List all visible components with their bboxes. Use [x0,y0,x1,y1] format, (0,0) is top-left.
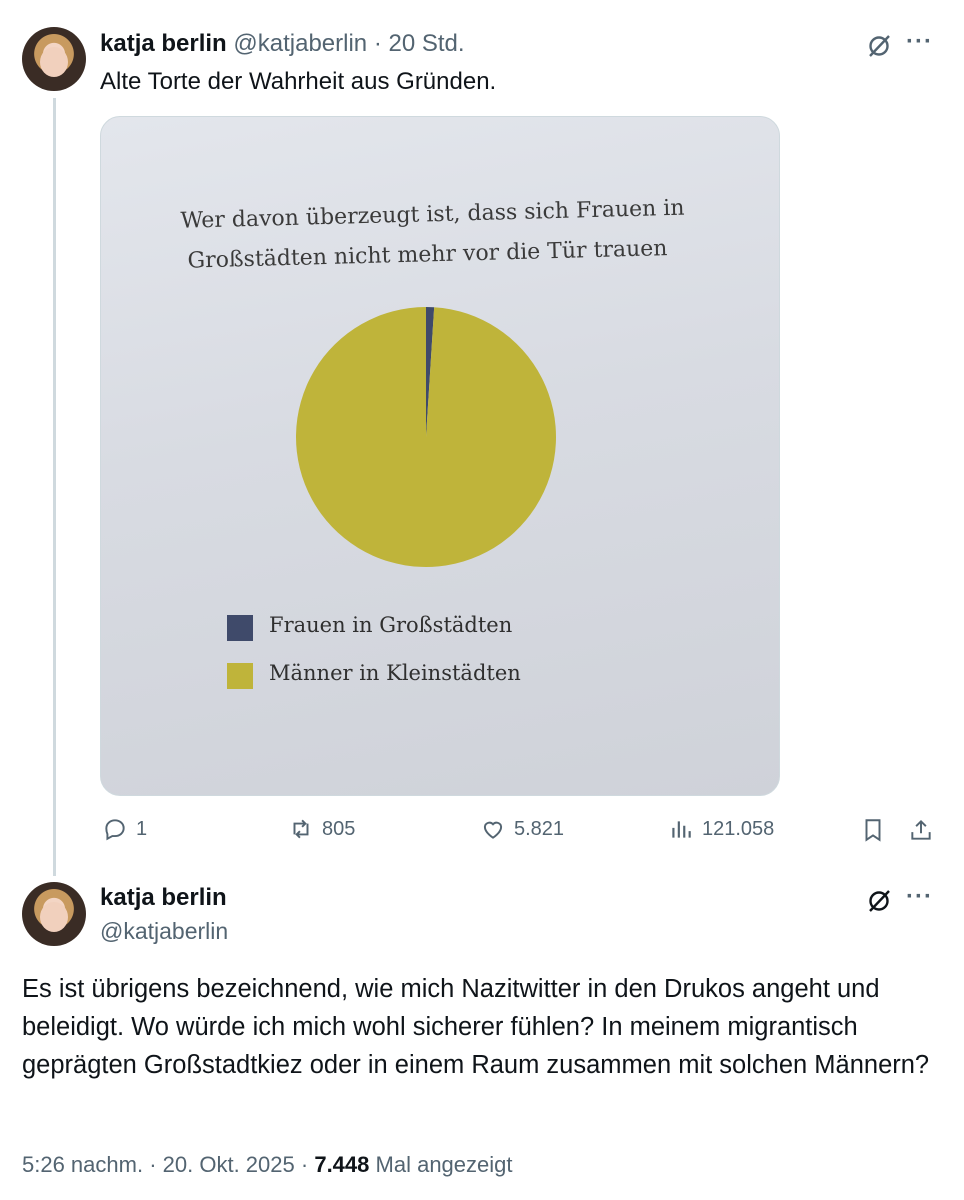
like-button[interactable]: 5.821 [480,816,564,842]
legend-swatch-maenner [227,663,253,689]
author-handle[interactable]: @katjaberlin [100,918,228,945]
separator-dot: · [149,1152,163,1177]
pie-slice-maenner [296,307,556,567]
views-icon [672,821,691,838]
repost-icon [293,819,309,839]
more-icon[interactable]: ··· [906,28,933,56]
reply-button[interactable]: 1 [102,816,147,842]
tweet-media-image[interactable]: Wer davon überzeugt ist, dass sich Fraue… [100,116,780,796]
chart-title: Wer davon überzeugt ist, dass sich Fraue… [160,188,722,283]
avatar[interactable] [22,882,86,946]
avatar[interactable] [22,27,86,91]
view-count: 7.448 [314,1152,370,1177]
tweet1-header: katja berlin @katjaberlin · 20 Std. [100,30,465,58]
author-name[interactable]: katja berlin [100,884,227,912]
repost-count: 805 [322,817,356,840]
photo-page: Wer davon überzeugt ist, dass sich Fraue… [101,117,779,795]
tweet-date[interactable]: 20. Okt. 2025 [163,1152,295,1177]
separator-dot: · [373,30,382,57]
reply-icon [105,819,125,841]
pie-chart [296,307,556,567]
tweet-meta: 5:26 nachm. · 20. Okt. 2025 · 7.448 Mal … [22,1152,513,1178]
more-icon[interactable]: ··· [906,883,933,911]
author-handle[interactable]: @katjaberlin [233,30,367,57]
author-name[interactable]: katja berlin [100,30,227,57]
share-icon[interactable] [908,817,934,843]
tweet-text: Es ist übrigens bezeichnend, wie mich Na… [22,975,930,1079]
legend-item: Männer in Kleinstädten [227,661,521,689]
legend-label: Frauen in Großstädten [269,613,513,637]
separator-dot: · [300,1152,315,1177]
heart-icon [483,821,503,839]
legend-item: Frauen in Großstädten [227,613,513,641]
views-count: 121.058 [702,817,775,840]
views-label: Mal angezeigt [375,1152,513,1177]
legend-label: Männer in Kleinstädten [269,661,521,685]
grok-icon[interactable] [866,888,892,914]
thread-line [53,98,56,876]
tweet-time[interactable]: 5:26 nachm. [22,1152,143,1177]
reply-count: 1 [136,817,148,840]
grok-icon[interactable] [866,33,892,59]
legend-swatch-frauen [227,615,253,641]
tweet-text: Alte Torte der Wahrheit aus Gründen. [100,68,497,95]
tweet-time[interactable]: 20 Std. [389,30,465,57]
repost-button[interactable]: 805 [288,816,355,842]
like-count: 5.821 [514,817,565,840]
bookmark-icon[interactable] [860,817,886,843]
views-button[interactable]: 121.058 [668,816,774,842]
